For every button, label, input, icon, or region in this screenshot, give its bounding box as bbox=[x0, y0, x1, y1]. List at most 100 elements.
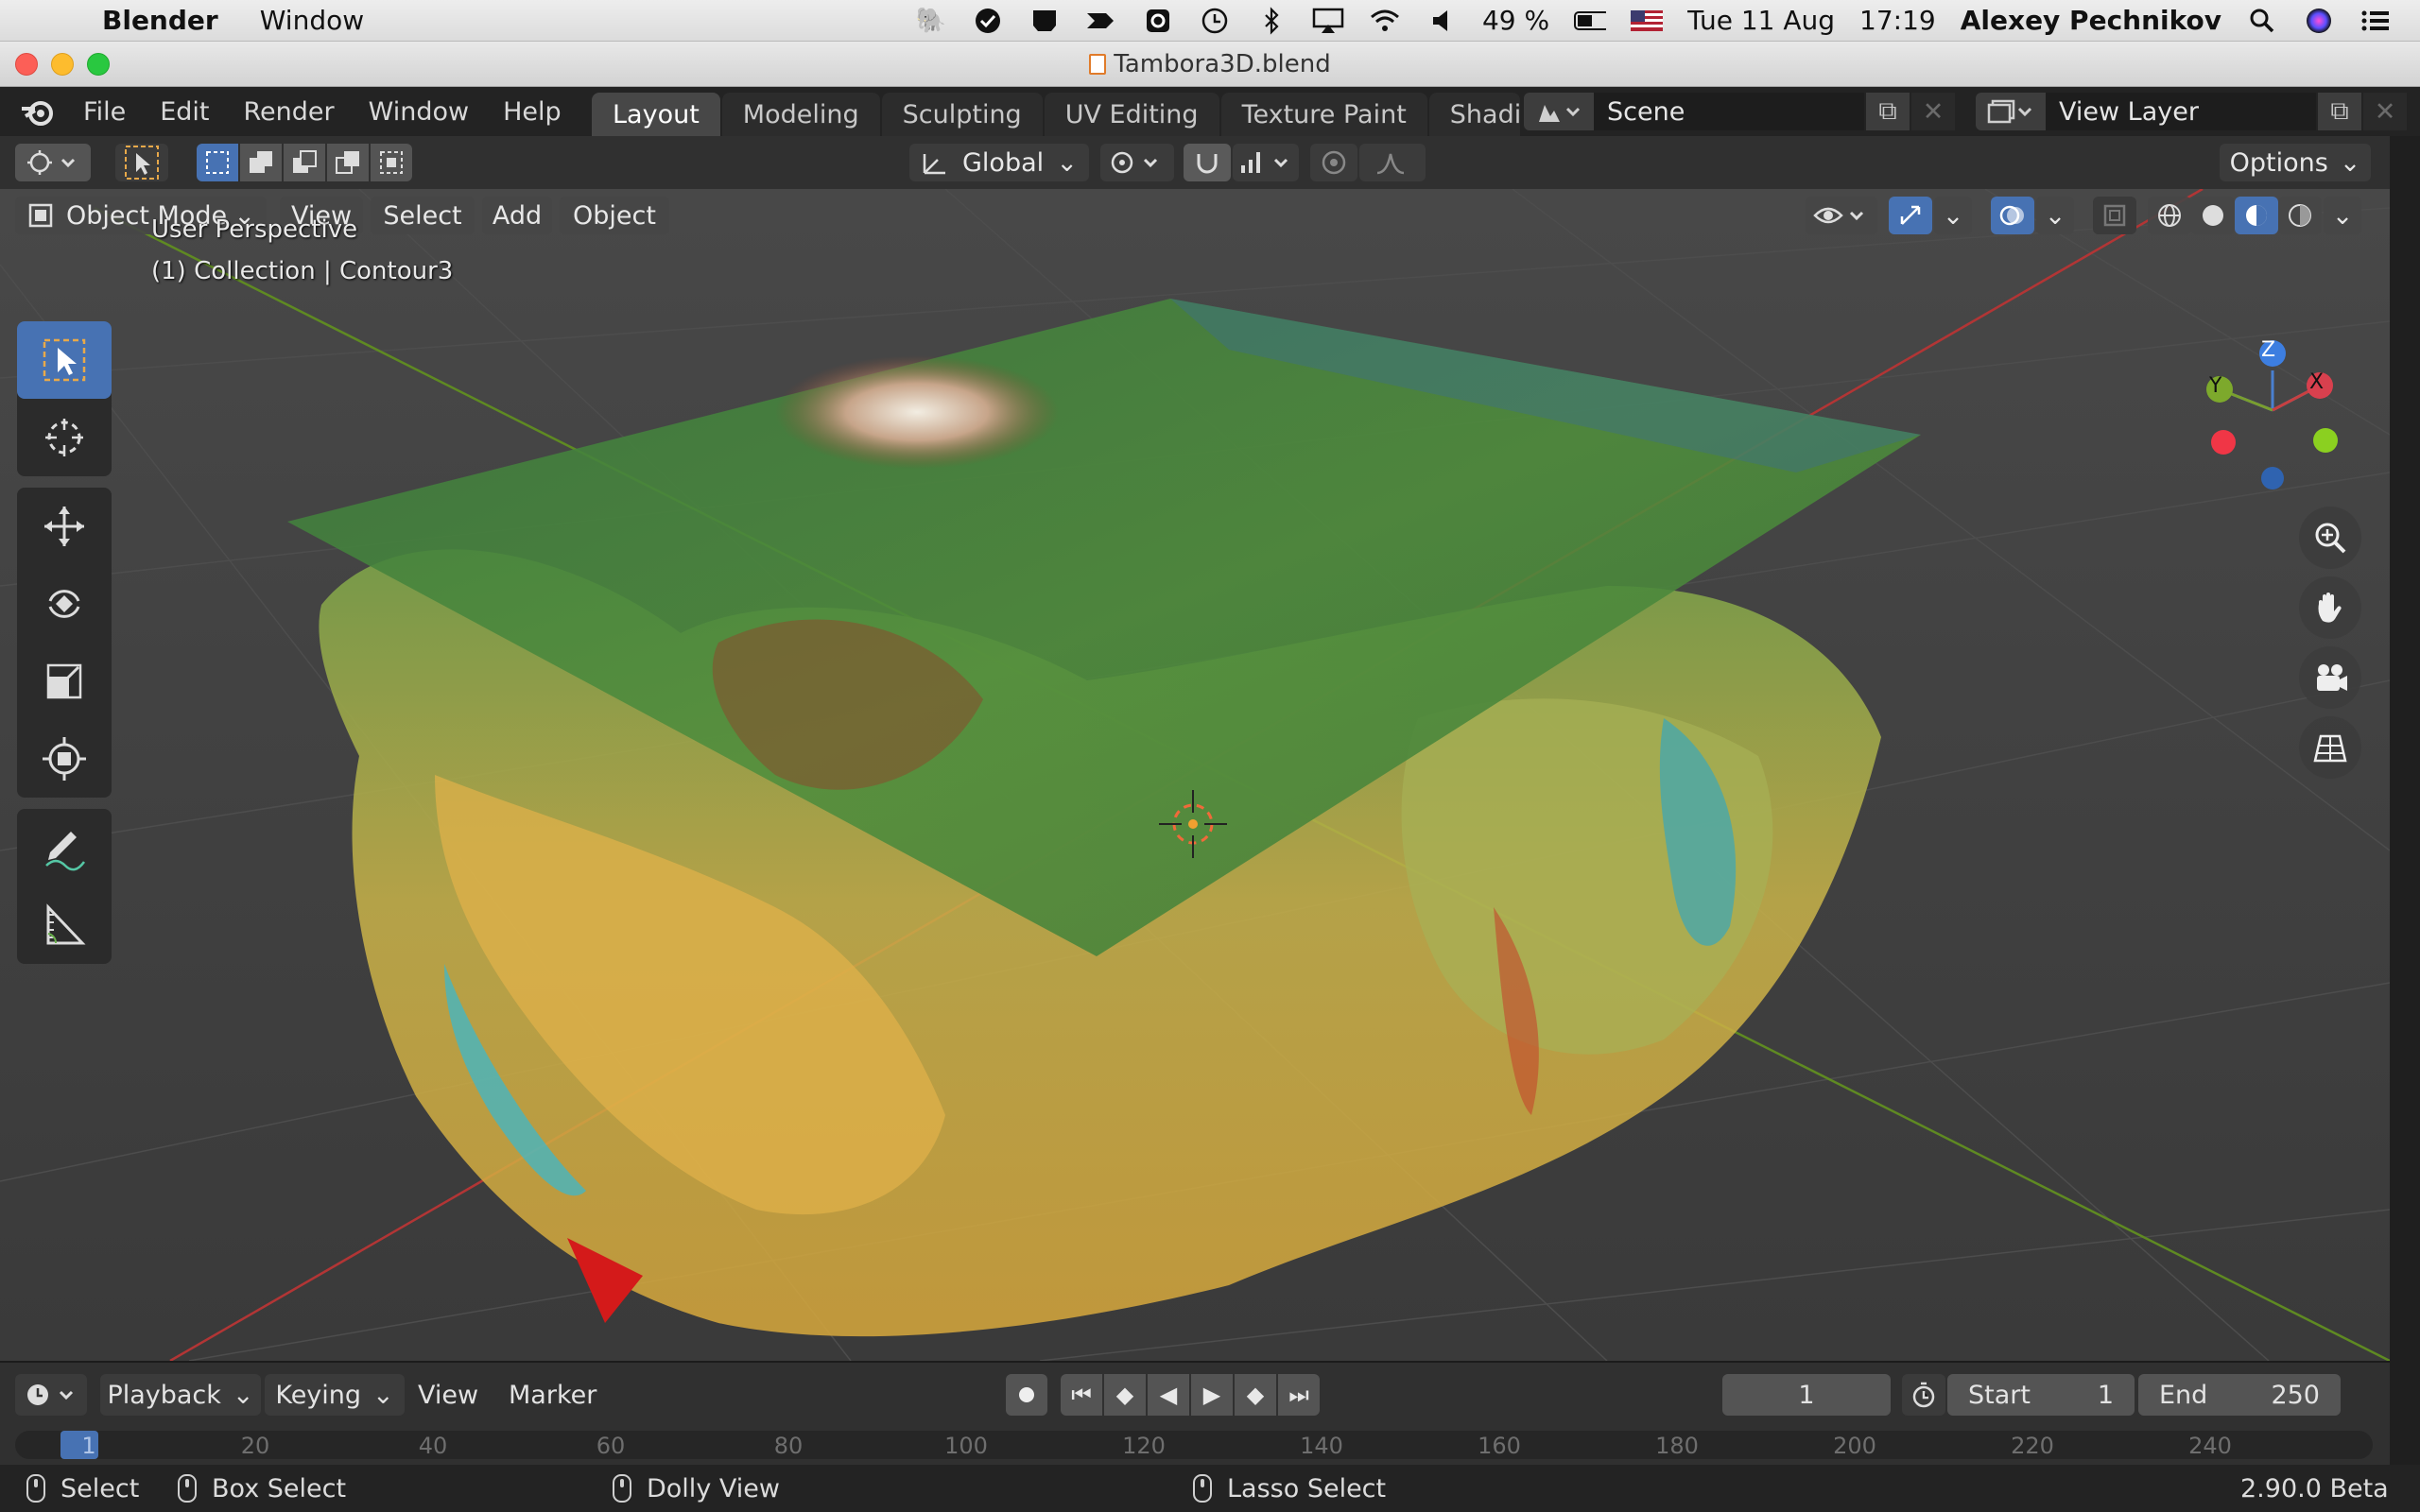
select-extend-icon[interactable] bbox=[240, 144, 282, 181]
bluetooth-icon[interactable] bbox=[1255, 6, 1288, 35]
date-label[interactable]: Tue 11 Aug bbox=[1687, 5, 1835, 36]
scene-name-field[interactable]: Scene bbox=[1594, 93, 1864, 130]
editor-type-dropdown[interactable] bbox=[15, 144, 91, 181]
prev-keyframe-icon[interactable]: ◆ bbox=[1104, 1374, 1146, 1416]
solid-shading-icon[interactable] bbox=[2191, 197, 2235, 234]
record-icon[interactable] bbox=[1006, 1374, 1047, 1416]
check-circle-icon[interactable] bbox=[972, 7, 1004, 35]
transform-tool-icon[interactable] bbox=[17, 720, 112, 798]
next-keyframe-icon[interactable]: ◆ bbox=[1235, 1374, 1276, 1416]
tab-texture-paint[interactable]: Texture Paint bbox=[1220, 93, 1427, 136]
visibility-dropdown[interactable] bbox=[1806, 197, 1877, 234]
3d-viewport[interactable]: Z Y X Object Mode ⌄ View Select Add Obje… bbox=[0, 189, 2390, 1361]
proportional-editing-icon[interactable] bbox=[1310, 144, 1357, 181]
move-tool-icon[interactable] bbox=[17, 488, 112, 565]
inbox-icon[interactable] bbox=[1028, 7, 1061, 35]
current-frame-field[interactable]: 1 bbox=[1722, 1374, 1891, 1416]
view-layer-field[interactable]: View Layer bbox=[2046, 93, 2316, 130]
menu-edit[interactable]: Edit bbox=[143, 97, 226, 127]
forward-arrows-icon[interactable] bbox=[1085, 7, 1117, 35]
pan-view-icon[interactable] bbox=[2299, 576, 2361, 639]
falloff-dropdown[interactable] bbox=[1359, 144, 1426, 181]
timeline-ruler[interactable]: 1 20 40 60 80 100 120 140 160 180 200 22… bbox=[15, 1431, 2373, 1459]
zoom-window-button[interactable] bbox=[87, 53, 110, 76]
us-flag-icon[interactable] bbox=[1631, 7, 1664, 35]
gizmo-dropdown[interactable]: ⌄ bbox=[1934, 197, 1972, 234]
timeline-keying-dropdown[interactable]: Keying ⌄ bbox=[265, 1374, 405, 1416]
siri-icon[interactable] bbox=[2303, 7, 2335, 35]
neg-x-axis-handle[interactable] bbox=[2211, 430, 2236, 455]
scale-tool-icon[interactable] bbox=[17, 643, 112, 720]
airplay-icon[interactable] bbox=[1312, 7, 1344, 35]
snap-element-dropdown[interactable] bbox=[1233, 144, 1299, 181]
timeline-menu-marker[interactable]: Marker bbox=[509, 1374, 596, 1416]
rotate-tool-icon[interactable] bbox=[17, 565, 112, 643]
tab-shading[interactable]: Shadin bbox=[1428, 93, 1520, 136]
wifi-icon[interactable] bbox=[1369, 7, 1401, 35]
app-name-menu[interactable]: Blender bbox=[102, 5, 218, 36]
overlay-dropdown[interactable]: ⌄ bbox=[2036, 197, 2074, 234]
timeline-menu-view[interactable]: View bbox=[418, 1374, 478, 1416]
tab-layout[interactable]: Layout bbox=[592, 93, 720, 136]
delete-view-layer-icon[interactable]: ✕ bbox=[2363, 93, 2407, 130]
rendered-shading-icon[interactable] bbox=[2278, 197, 2322, 234]
select-box-tool-icon[interactable] bbox=[17, 321, 112, 399]
ortho-toggle-icon[interactable] bbox=[2299, 716, 2361, 779]
time-label[interactable]: 17:19 bbox=[1859, 5, 1936, 36]
viewport-menu-select[interactable]: Select bbox=[371, 197, 475, 234]
tab-uv-editing[interactable]: UV Editing bbox=[1044, 93, 1219, 136]
user-name[interactable]: Alexey Pechnikov bbox=[1961, 5, 2221, 36]
tab-sculpting[interactable]: Sculpting bbox=[881, 93, 1043, 136]
camera-view-icon[interactable] bbox=[2299, 646, 2361, 709]
neg-z-axis-handle[interactable] bbox=[2261, 467, 2284, 490]
menu-file[interactable]: File bbox=[66, 97, 143, 127]
delete-scene-icon[interactable]: ✕ bbox=[1911, 93, 1955, 130]
snap-toggle-icon[interactable] bbox=[1184, 144, 1231, 181]
stopwatch-icon[interactable] bbox=[1902, 1374, 1945, 1416]
sidebar-collapsed-strip[interactable] bbox=[2390, 136, 2420, 1465]
play-icon[interactable]: ▶ bbox=[1191, 1374, 1233, 1416]
jump-start-icon[interactable]: ⏮ bbox=[1061, 1374, 1102, 1416]
viewport-menu-add[interactable]: Add bbox=[482, 197, 552, 234]
annotate-tool-icon[interactable] bbox=[17, 809, 112, 886]
pivot-point-dropdown[interactable] bbox=[1100, 144, 1174, 181]
notification-center-icon[interactable] bbox=[2360, 7, 2392, 35]
neg-y-axis-handle[interactable] bbox=[2313, 428, 2338, 453]
wireframe-shading-icon[interactable] bbox=[2148, 197, 2191, 234]
volume-icon[interactable] bbox=[1426, 7, 1458, 35]
select-intersect-icon[interactable] bbox=[371, 144, 412, 181]
transform-orientation-dropdown[interactable]: Global ⌄ bbox=[909, 144, 1089, 181]
timeline-playback-dropdown[interactable]: Playback ⌄ bbox=[100, 1374, 261, 1416]
select-tool-icon[interactable] bbox=[115, 144, 168, 181]
select-subtract-icon[interactable] bbox=[284, 144, 325, 181]
tab-modeling[interactable]: Modeling bbox=[721, 93, 880, 136]
viewport-menu-object[interactable]: Object bbox=[560, 197, 669, 234]
start-frame-field[interactable]: Start 1 bbox=[1947, 1374, 2135, 1416]
scene-browse-icon[interactable] bbox=[1524, 93, 1594, 130]
blender-logo-icon[interactable] bbox=[9, 87, 66, 136]
close-window-button[interactable] bbox=[15, 53, 38, 76]
cursor-tool-icon[interactable] bbox=[17, 399, 112, 476]
menu-render[interactable]: Render bbox=[226, 97, 351, 127]
overlay-toggle-icon[interactable] bbox=[1991, 197, 2034, 234]
gizmo-toggle-icon[interactable] bbox=[1889, 197, 1932, 234]
play-reverse-icon[interactable]: ◀ bbox=[1148, 1374, 1189, 1416]
elephant-icon[interactable]: 🐘 bbox=[915, 7, 947, 35]
xray-toggle-icon[interactable] bbox=[2093, 197, 2136, 234]
zoom-view-icon[interactable] bbox=[2299, 507, 2361, 569]
measure-tool-icon[interactable] bbox=[17, 886, 112, 964]
menu-window[interactable]: Window bbox=[352, 97, 486, 127]
gear-square-icon[interactable] bbox=[1142, 7, 1174, 35]
mac-menu-window[interactable]: Window bbox=[260, 5, 364, 36]
shading-dropdown[interactable]: ⌄ bbox=[2324, 197, 2361, 234]
battery-icon[interactable] bbox=[1574, 7, 1607, 35]
end-frame-field[interactable]: End 250 bbox=[2138, 1374, 2341, 1416]
timeline-editor-type-dropdown[interactable] bbox=[15, 1374, 87, 1416]
menu-help[interactable]: Help bbox=[486, 97, 579, 127]
spotlight-search-icon[interactable] bbox=[2246, 7, 2278, 35]
time-machine-icon[interactable] bbox=[1199, 7, 1231, 35]
new-scene-icon[interactable]: ⧉ bbox=[1866, 93, 1910, 130]
options-dropdown[interactable]: Options ⌄ bbox=[2220, 144, 2371, 181]
material-preview-shading-icon[interactable] bbox=[2235, 197, 2278, 234]
new-view-layer-icon[interactable]: ⧉ bbox=[2318, 93, 2361, 130]
